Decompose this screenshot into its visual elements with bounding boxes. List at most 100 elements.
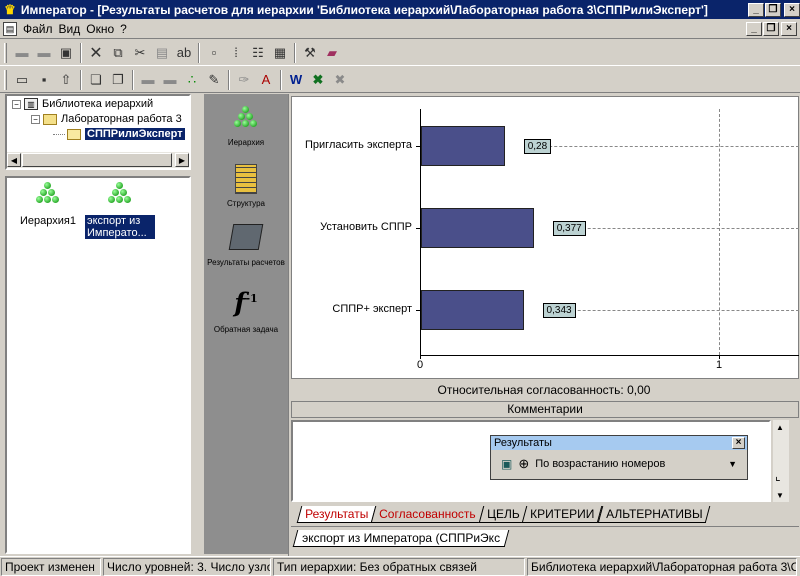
category-label: Пригласить эксперта	[305, 139, 412, 151]
tab-label: ЦЕЛЬ	[486, 507, 520, 521]
details-icon[interactable]: ▦	[269, 42, 291, 64]
minimize-button[interactable]: _	[748, 2, 764, 17]
toolbar-grip	[4, 69, 7, 90]
delete-icon[interactable]: ✕	[85, 42, 107, 64]
hierarchy-small-icon[interactable]: ∴	[181, 69, 203, 91]
separator	[198, 42, 200, 63]
menu-help[interactable]: ?	[117, 22, 130, 36]
bar-chart: 0 1 Пригласить эксперта 0,28 Установить СППР…	[292, 97, 799, 378]
tree-label-root: Библиотека иерархий	[42, 98, 154, 110]
divider	[291, 526, 799, 527]
folder-icon[interactable]: ▬	[11, 42, 33, 64]
menu-view[interactable]: Вид	[56, 22, 84, 36]
cascade-icon[interactable]: ❐	[107, 69, 129, 91]
results-popup: Результаты × ▣ ⊕ По возрастанию номеров …	[490, 435, 748, 480]
mdi-doc-icon: ▤	[3, 21, 17, 36]
scroll-thumb[interactable]	[22, 153, 172, 167]
large-icons-icon[interactable]: ▫	[203, 42, 225, 64]
book-icon[interactable]: ▰	[321, 42, 343, 64]
save-icon[interactable]: ▪	[33, 69, 55, 91]
collapse-icon[interactable]: −	[12, 99, 21, 109]
edit-icon[interactable]: ✎	[203, 69, 225, 91]
structure-icon	[235, 164, 257, 194]
open-folder-icon	[67, 128, 81, 140]
y-tick	[416, 146, 420, 147]
paste-icon[interactable]: ▤	[151, 42, 173, 64]
menu-window[interactable]: Окно	[83, 22, 117, 36]
result-tabs: Результаты Согласованность ЦЕЛЬ КРИТЕРИИ…	[296, 506, 711, 523]
tab-label: АЛЬТЕРНАТИВЫ	[605, 507, 703, 521]
tree-label-leaf: СППРилиЭксперт	[85, 128, 185, 140]
tree-node-root[interactable]: − ▥ Библиотека иерархий	[12, 98, 153, 110]
folder-closed-icon[interactable]: ▬	[33, 42, 55, 64]
comments-vscrollbar[interactable]: ▲ ▼	[773, 420, 789, 502]
font-icon[interactable]: A	[255, 69, 277, 91]
shortcut-inverse[interactable]: f-1 Обратная задача	[204, 284, 288, 334]
file-item-1[interactable]: Иерархия1	[13, 182, 83, 227]
tab-goal[interactable]: ЦЕЛЬ	[478, 506, 528, 523]
open-icon[interactable]: ▭	[11, 69, 33, 91]
tab-consistency[interactable]: Согласованность	[370, 506, 485, 523]
resize-handle-icon[interactable]: ⌞	[775, 469, 781, 483]
tree-hscrollbar[interactable]: ◀ ▶	[7, 152, 189, 168]
tools-icon[interactable]: ⚒	[299, 42, 321, 64]
print-icon[interactable]: ▬	[137, 69, 159, 91]
toolbar-grip	[4, 42, 7, 63]
tree-panel: − ▥ Библиотека иерархий − Лабораторная р…	[5, 94, 191, 170]
shortcut-label: Обратная задача	[213, 324, 279, 334]
folder-icon	[43, 113, 57, 125]
dropdown-arrow-icon[interactable]: ▼	[728, 459, 737, 469]
menu-file[interactable]: Файл	[20, 22, 56, 36]
sort-row: ▣ ⊕ По возрастанию номеров ▼	[491, 450, 747, 478]
shortcut-label: Структура	[227, 199, 265, 208]
mdi-minimize-button[interactable]: _	[746, 21, 762, 36]
close-button[interactable]: ×	[784, 2, 800, 17]
copy-icon[interactable]: ⧉	[107, 42, 129, 64]
tree-node-leaf[interactable]: СППРилиЭксперт	[53, 128, 185, 140]
windows-icon[interactable]: ❏	[85, 69, 107, 91]
scroll-right-icon[interactable]: ▶	[175, 153, 189, 167]
file-item-2[interactable]: экспорт из Императо...	[85, 182, 155, 239]
popup-close-button[interactable]: ×	[732, 437, 745, 449]
separator	[80, 69, 82, 90]
zoom-icon[interactable]: ⊕	[518, 456, 529, 472]
tree-node-child[interactable]: − Лабораторная работа 3	[31, 113, 182, 125]
shortcut-structure[interactable]: Структура	[204, 164, 288, 208]
tab-criteria[interactable]: КРИТЕРИИ	[522, 506, 603, 523]
small-icons-icon[interactable]: ⁞	[225, 42, 247, 64]
preview-icon[interactable]: ▬	[159, 69, 181, 91]
status-path: Библиотека иерархий\Лабораторная работа …	[527, 558, 797, 576]
tab-label: Согласованность	[379, 507, 476, 521]
collapse-icon[interactable]: −	[31, 114, 40, 124]
sort-select-value[interactable]: По возрастанию номеров	[535, 458, 728, 470]
inverse-function-icon: f-1	[204, 284, 288, 319]
excel-icon[interactable]: ✖	[307, 69, 329, 91]
x-tick-label: 1	[715, 359, 723, 371]
mdi-restore-button[interactable]: ❐	[763, 21, 779, 36]
cut-icon[interactable]: ✂	[129, 42, 151, 64]
bar-value-label: 0,28	[523, 139, 552, 154]
rename-icon[interactable]: ab	[173, 42, 195, 64]
title-bar: ♛ Император - [Результаты расчетов для и…	[0, 0, 800, 19]
scroll-down-icon[interactable]: ▼	[773, 488, 787, 502]
hierarchy-icon	[106, 182, 134, 208]
tab-alternatives[interactable]: АЛЬТЕРНАТИВЫ	[597, 506, 711, 523]
bar-value-label: 0,377	[552, 221, 586, 236]
list-icon[interactable]: ☷	[247, 42, 269, 64]
mdi-close-button[interactable]: ×	[781, 21, 797, 36]
folder-new-icon[interactable]: ▣	[55, 42, 77, 64]
tab-results[interactable]: Результаты	[296, 506, 377, 523]
window-title: Император - [Результаты расчетов для иер…	[20, 2, 708, 17]
shortcut-hierarchy[interactable]: Иерархия	[204, 106, 288, 147]
shortcut-results[interactable]: Результаты расчетов	[204, 224, 288, 267]
tab-document[interactable]: экспорт из Императора (СППРиЭкс	[292, 530, 510, 547]
separator	[280, 69, 282, 90]
scroll-left-icon[interactable]: ◀	[7, 153, 21, 167]
export-icon[interactable]: ⇧	[55, 69, 77, 91]
menu-bar: ▤ Файл Вид Окно ? _ ❐ ×	[0, 19, 800, 39]
word-icon[interactable]: W	[285, 69, 307, 91]
restore-button[interactable]: ❐	[765, 2, 781, 17]
excel-disabled-icon[interactable]: ✖	[329, 69, 351, 91]
brush-icon[interactable]: ✑	[233, 69, 255, 91]
scroll-up-icon[interactable]: ▲	[773, 420, 787, 434]
